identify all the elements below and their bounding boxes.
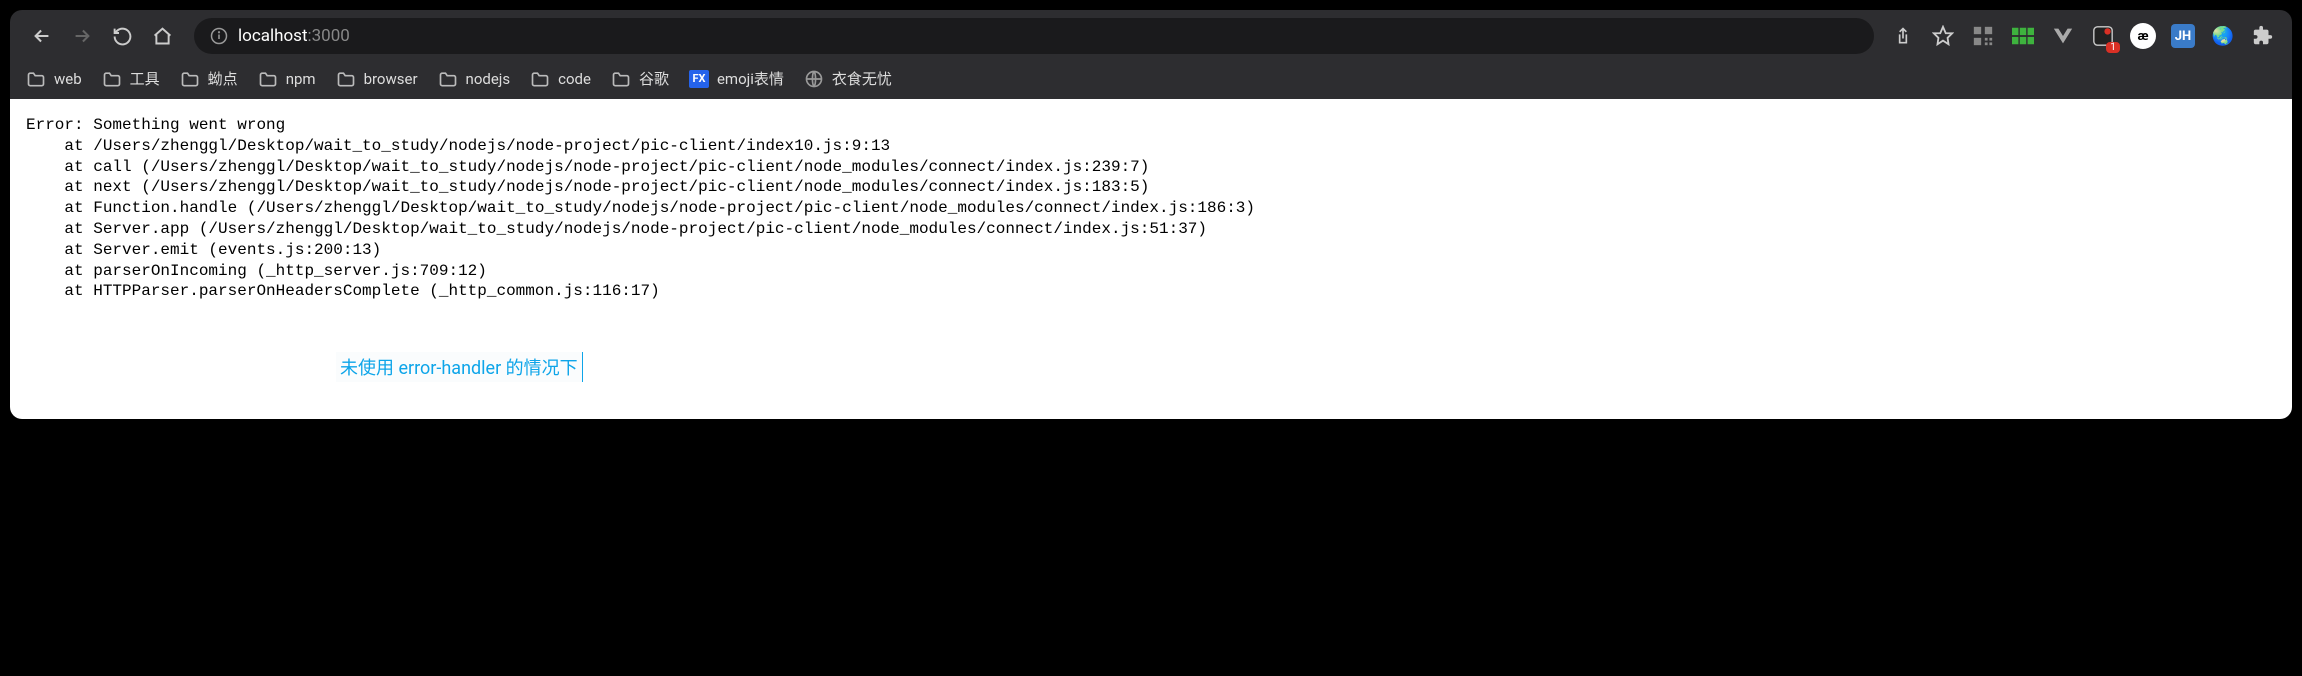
bookmark-label: 谷歌	[639, 68, 669, 89]
url-host: localhost	[238, 26, 308, 46]
folder-icon	[102, 70, 122, 88]
globe-icon: 🌏	[2212, 26, 2234, 47]
folder-icon	[258, 70, 278, 88]
share-icon	[1893, 26, 1913, 46]
bookmark-label: browser	[364, 70, 418, 88]
extension-qr[interactable]	[1970, 23, 1996, 49]
page-content: Error: Something went wrong at /Users/zh…	[10, 99, 2292, 419]
bookmark-label: web	[54, 70, 82, 88]
toolbar-right: 1 æ JH 🌏	[1890, 23, 2276, 49]
bookmark-label: 工具	[130, 68, 160, 89]
bookmark-browser[interactable]: browser	[336, 70, 418, 88]
bookmark-label: 蚴点	[208, 68, 238, 89]
folder-icon	[530, 70, 550, 88]
bookmark-tools[interactable]: 工具	[102, 68, 160, 89]
arrow-right-icon	[71, 25, 93, 47]
extension-flag[interactable]: 1	[2090, 23, 2116, 49]
stack-frame: at HTTPParser.parserOnHeadersComplete (_…	[26, 282, 660, 300]
nav-bar: localhost:3000 1 æ	[10, 10, 2292, 62]
stack-frame: at /Users/zhenggl/Desktop/wait_to_study/…	[26, 137, 890, 155]
home-button[interactable]	[146, 20, 178, 52]
bookmarks-bar: web 工具 蚴点 npm browser nodejs code 谷歌	[10, 62, 2292, 99]
bookmark-youdian[interactable]: 蚴点	[180, 68, 238, 89]
folder-icon	[611, 70, 631, 88]
fx-icon: FX	[689, 70, 709, 88]
extension-ae[interactable]: æ	[2130, 23, 2156, 49]
url-text: localhost:3000	[238, 26, 350, 46]
extension-vue[interactable]	[2050, 23, 2076, 49]
jh-icon: JH	[2171, 24, 2195, 48]
home-icon	[152, 26, 173, 47]
bookmark-star-button[interactable]	[1930, 23, 1956, 49]
vue-icon	[2052, 26, 2074, 46]
stack-frame: at Function.handle (/Users/zhenggl/Deskt…	[26, 199, 1255, 217]
bookmark-web[interactable]: web	[26, 70, 82, 88]
browser-chrome: localhost:3000 1 æ	[10, 10, 2292, 99]
stack-frame: at Server.emit (events.js:200:13)	[26, 241, 381, 259]
stack-frame: at parserOnIncoming (_http_server.js:709…	[26, 262, 487, 280]
bookmark-google[interactable]: 谷歌	[611, 68, 669, 89]
ae-icon: æ	[2130, 23, 2156, 49]
star-icon	[1932, 25, 1954, 47]
folder-icon	[26, 70, 46, 88]
stack-frame: at next (/Users/zhenggl/Desktop/wait_to_…	[26, 178, 1149, 196]
forward-button[interactable]	[66, 20, 98, 52]
folder-icon	[180, 70, 200, 88]
puzzle-icon	[2252, 25, 2274, 47]
annotation-text: 未使用 error-handler 的情况下	[336, 352, 583, 382]
share-button[interactable]	[1890, 23, 1916, 49]
reload-button[interactable]	[106, 20, 138, 52]
url-port: :3000	[308, 26, 350, 46]
grid-icon	[2012, 27, 2034, 45]
site-info-icon[interactable]	[210, 27, 228, 45]
bookmark-label: code	[558, 70, 591, 88]
bookmark-nodejs[interactable]: nodejs	[438, 70, 511, 88]
reload-icon	[112, 26, 133, 47]
error-stack-trace: Error: Something went wrong at /Users/zh…	[26, 115, 2276, 302]
qr-icon	[1972, 25, 1994, 47]
bookmark-emoji[interactable]: FX emoji表情	[689, 68, 784, 89]
arrow-left-icon	[31, 25, 53, 47]
globe-icon	[804, 69, 824, 89]
extension-globe[interactable]: 🌏	[2210, 23, 2236, 49]
bookmark-npm[interactable]: npm	[258, 70, 316, 88]
extension-grid[interactable]	[2010, 23, 2036, 49]
folder-icon	[438, 70, 458, 88]
stack-frame: at call (/Users/zhenggl/Desktop/wait_to_…	[26, 158, 1149, 176]
folder-icon	[336, 70, 356, 88]
bookmark-label: 衣食无忧	[832, 68, 892, 89]
back-button[interactable]	[26, 20, 58, 52]
bookmark-label: npm	[286, 70, 316, 88]
extension-badge: 1	[2106, 42, 2120, 53]
bookmark-yishi[interactable]: 衣食无忧	[804, 68, 892, 89]
bookmark-label: emoji表情	[717, 68, 784, 89]
stack-frame: at Server.app (/Users/zhenggl/Desktop/wa…	[26, 220, 1207, 238]
bookmark-label: nodejs	[466, 70, 511, 88]
extension-jh[interactable]: JH	[2170, 23, 2196, 49]
error-title: Error: Something went wrong	[26, 116, 285, 134]
extensions-menu-button[interactable]	[2250, 23, 2276, 49]
bookmark-code[interactable]: code	[530, 70, 591, 88]
address-bar[interactable]: localhost:3000	[194, 18, 1874, 54]
